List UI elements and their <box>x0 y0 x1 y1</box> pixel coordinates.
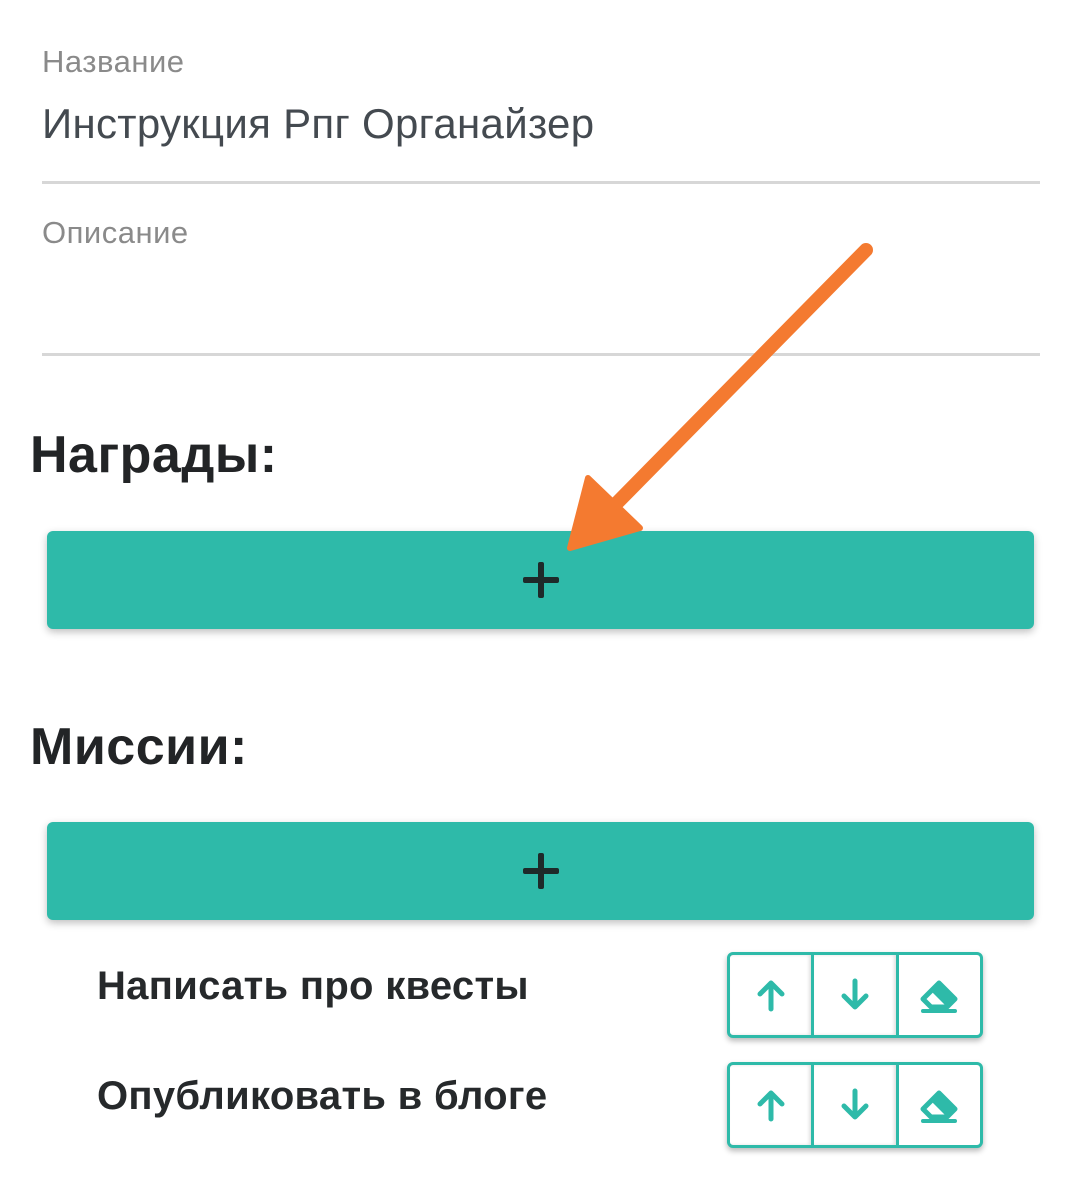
move-down-button[interactable] <box>814 955 899 1035</box>
name-field-label: Название <box>42 44 185 79</box>
delete-button[interactable] <box>899 1065 980 1145</box>
arrow-down-icon <box>841 1088 869 1120</box>
move-up-button[interactable] <box>730 955 815 1035</box>
arrow-up-icon <box>757 1090 785 1122</box>
delete-button[interactable] <box>899 955 980 1035</box>
move-up-button[interactable] <box>730 1065 815 1145</box>
plus-icon <box>522 853 559 889</box>
mission-label: Написать про квесты <box>97 964 529 1008</box>
mission-controls <box>727 1062 983 1148</box>
rewards-heading: Награды: <box>30 426 278 484</box>
add-mission-button[interactable] <box>47 822 1034 920</box>
eraser-icon <box>920 1090 958 1123</box>
plus-icon <box>522 562 559 598</box>
mission-item: Написать про квесты <box>97 952 997 1042</box>
arrow-down-icon <box>841 978 869 1010</box>
description-field-underline <box>42 353 1040 356</box>
mission-controls <box>727 952 983 1038</box>
name-field-value[interactable]: Инструкция Рпг Органайзер <box>42 100 594 148</box>
mission-label: Опубликовать в блоге <box>97 1074 548 1118</box>
arrow-up-icon <box>757 980 785 1012</box>
move-down-button[interactable] <box>814 1065 899 1145</box>
mission-item: Опубликовать в блоге <box>97 1062 997 1152</box>
eraser-icon <box>920 980 958 1013</box>
missions-heading: Миссии: <box>30 718 248 776</box>
description-field[interactable]: Описание <box>42 190 1040 360</box>
description-field-label: Описание <box>42 215 189 250</box>
name-field-underline <box>42 181 1040 184</box>
name-field[interactable]: Название Инструкция Рпг Органайзер <box>42 0 1040 190</box>
add-reward-button[interactable] <box>47 531 1034 629</box>
